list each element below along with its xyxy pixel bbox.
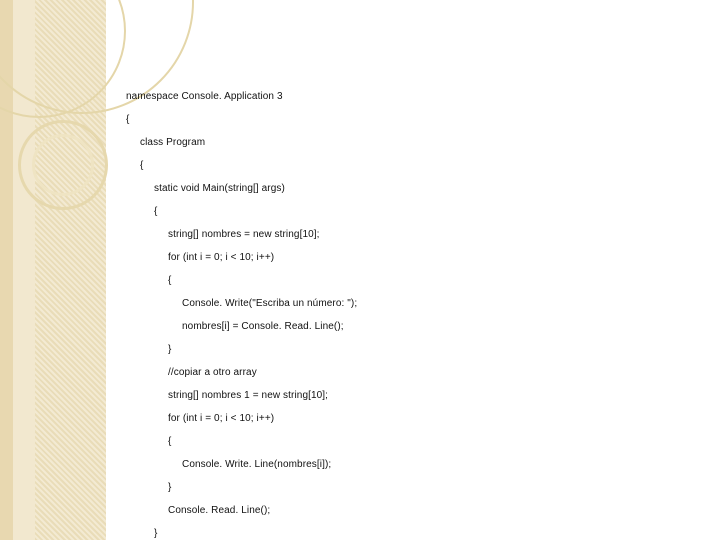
code-line: { bbox=[126, 276, 700, 286]
slide: namespace Console. Application 3 { class… bbox=[0, 0, 720, 540]
code-line: string[] nombres 1 = new string[10]; bbox=[126, 391, 700, 401]
code-line: { bbox=[126, 207, 700, 217]
code-line: } bbox=[126, 483, 700, 493]
code-line: } bbox=[126, 345, 700, 355]
code-line: string[] nombres = new string[10]; bbox=[126, 230, 700, 240]
code-line: { bbox=[126, 115, 700, 125]
code-line: Console. Write("Escriba un número: "); bbox=[126, 299, 700, 309]
code-line: for (int i = 0; i < 10; i++) bbox=[126, 253, 700, 263]
code-line: nombres[i] = Console. Read. Line(); bbox=[126, 322, 700, 332]
code-line: { bbox=[126, 161, 700, 171]
code-line: //copiar a otro array bbox=[126, 368, 700, 378]
code-line: namespace Console. Application 3 bbox=[126, 92, 700, 102]
code-line: class Program bbox=[126, 138, 700, 148]
code-block: namespace Console. Application 3 { class… bbox=[126, 92, 700, 540]
decorative-sidebar bbox=[0, 0, 106, 540]
code-line: } bbox=[126, 529, 700, 539]
code-line: Console. Write. Line(nombres[i]); bbox=[126, 460, 700, 470]
code-line: Console. Read. Line(); bbox=[126, 506, 700, 516]
code-line: for (int i = 0; i < 10; i++) bbox=[126, 414, 700, 424]
circle-decoration bbox=[32, 134, 94, 196]
code-line: static void Main(string[] args) bbox=[126, 184, 700, 194]
code-line: { bbox=[126, 437, 700, 447]
